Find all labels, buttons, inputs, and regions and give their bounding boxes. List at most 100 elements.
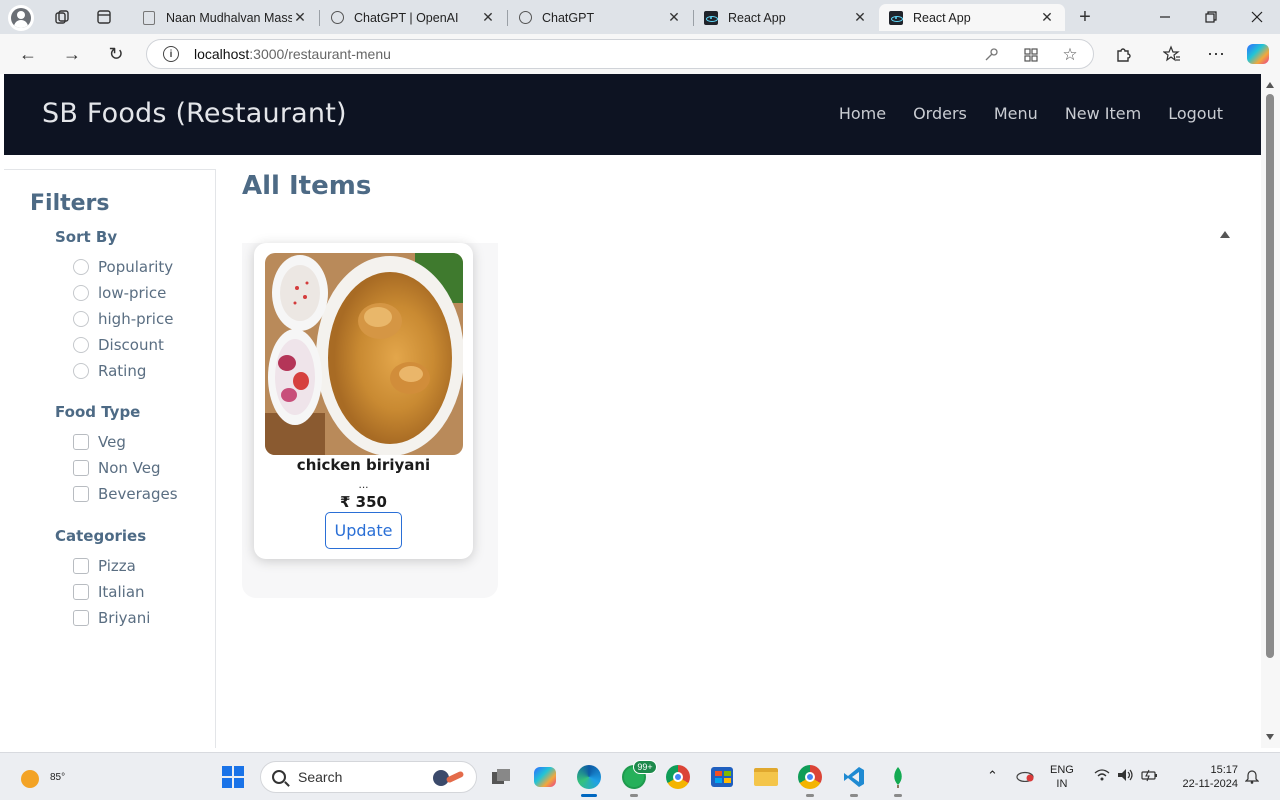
radio-button[interactable] (73, 337, 89, 353)
brand-title[interactable]: SB Foods (Restaurant) (42, 98, 347, 129)
notifications-bell-icon[interactable] (1244, 768, 1260, 787)
close-tab-icon[interactable]: ✕ (1039, 9, 1055, 26)
nav-home[interactable]: Home (839, 104, 886, 123)
close-tab-icon[interactable]: ✕ (480, 9, 496, 26)
app-available-icon[interactable] (1021, 45, 1041, 65)
tab-naan-mudhalvan[interactable]: Naan Mudhalvan Massi ✕ (132, 4, 318, 31)
checkbox[interactable] (73, 610, 89, 626)
browser-tab-strip: Naan Mudhalvan Massi ✕ ChatGPT | OpenAI … (0, 0, 1280, 34)
url-text[interactable]: localhost:3000/restaurant-menu (194, 46, 391, 62)
radio-button[interactable] (73, 311, 89, 327)
taskbar-search[interactable]: Search (260, 761, 477, 793)
address-bar[interactable]: i localhost:3000/restaurant-menu ☆ (146, 39, 1094, 69)
chrome-profile-icon[interactable] (796, 763, 824, 791)
nav-new-item[interactable]: New Item (1065, 104, 1141, 123)
edge-icon[interactable] (575, 763, 603, 791)
forward-arrow-icon[interactable]: → (59, 42, 85, 66)
tab-react-app-1[interactable]: React App ✕ (694, 4, 878, 31)
battery-icon[interactable] (1141, 768, 1159, 785)
update-button[interactable]: Update (325, 512, 402, 549)
more-menu-icon[interactable]: ⋯ (1203, 42, 1229, 66)
food-type-non-veg[interactable]: Non Veg (55, 455, 178, 481)
weather-sun-icon (21, 770, 39, 788)
sort-by-title: Sort By (55, 228, 118, 246)
copilot-icon[interactable] (1247, 44, 1269, 64)
scroll-up-arrow-icon[interactable] (1220, 231, 1230, 238)
chrome-icon[interactable] (664, 763, 692, 791)
tab-chatgpt[interactable]: ChatGPT ✕ (508, 4, 692, 31)
item-name: chicken biriyani (296, 456, 431, 474)
whatsapp-badge: 99+ (633, 760, 657, 774)
food-type-veg[interactable]: Veg (55, 429, 178, 455)
document-icon (142, 10, 156, 25)
scroll-down-icon[interactable] (1266, 734, 1274, 740)
react-icon (889, 10, 903, 25)
tab-actions-icon[interactable] (92, 6, 116, 28)
close-window-icon[interactable] (1242, 6, 1272, 28)
site-info-icon[interactable]: i (163, 46, 179, 62)
scroll-up-icon[interactable] (1266, 82, 1274, 88)
checkbox[interactable] (73, 584, 89, 600)
browser-toolbar: ← → ↻ i localhost:3000/restaurant-menu ☆… (0, 34, 1280, 74)
page-scrollbar[interactable] (1261, 74, 1280, 748)
nav-menu[interactable]: Menu (994, 104, 1038, 123)
item-description: ... (358, 477, 369, 491)
tab-react-app-active[interactable]: React App ✕ (879, 4, 1065, 31)
filters-sidebar: Filters Sort By Popularity low-price hig… (4, 169, 216, 748)
radio-button[interactable] (73, 363, 89, 379)
favorites-icon[interactable] (1159, 42, 1185, 66)
weather-widget[interactable]: 85° (18, 763, 65, 791)
app-header: SB Foods (Restaurant) Home Orders Menu N… (4, 74, 1261, 155)
radio-button[interactable] (73, 285, 89, 301)
sort-rating[interactable]: Rating (55, 358, 173, 384)
task-view-icon[interactable] (487, 763, 515, 791)
weather-temp: 85° (50, 772, 66, 783)
password-key-icon[interactable] (981, 45, 1001, 65)
copilot-taskbar-icon[interactable] (531, 763, 559, 791)
food-type-title: Food Type (55, 403, 141, 421)
volume-icon[interactable] (1117, 768, 1135, 785)
wifi-icon[interactable] (1094, 768, 1110, 785)
back-arrow-icon[interactable]: ← (15, 42, 41, 66)
sort-discount[interactable]: Discount (55, 332, 173, 358)
categories-title: Categories (55, 527, 147, 545)
vscode-icon[interactable] (840, 763, 868, 791)
mongodb-icon[interactable] (884, 763, 912, 791)
close-tab-icon[interactable]: ✕ (666, 9, 682, 26)
start-icon[interactable] (219, 763, 247, 791)
new-tab-icon[interactable]: + (1073, 6, 1097, 28)
category-pizza[interactable]: Pizza (55, 553, 150, 579)
favorite-star-icon[interactable]: ☆ (1060, 45, 1080, 65)
food-type-beverages[interactable]: Beverages (55, 481, 178, 507)
file-explorer-icon[interactable] (752, 763, 780, 791)
store-icon[interactable] (708, 763, 736, 791)
category-briyani[interactable]: Briyani (55, 605, 150, 631)
clock[interactable]: 15:17 22-11-2024 (1170, 763, 1238, 791)
checkbox[interactable] (73, 486, 89, 502)
sort-high-price[interactable]: high-price (55, 306, 173, 332)
restore-icon[interactable] (1196, 6, 1226, 28)
category-italian[interactable]: Italian (55, 579, 150, 605)
extensions-icon[interactable] (1111, 42, 1137, 66)
sort-low-price[interactable]: low-price (55, 280, 173, 306)
food-type-group: Food Type Veg Non Veg Beverages (55, 403, 178, 507)
close-tab-icon[interactable]: ✕ (852, 9, 868, 26)
nav-orders[interactable]: Orders (913, 104, 967, 123)
minimize-icon[interactable] (1150, 6, 1180, 28)
reload-icon[interactable]: ↻ (103, 42, 129, 66)
checkbox[interactable] (73, 558, 89, 574)
profile-button[interactable] (8, 5, 34, 31)
sort-popularity[interactable]: Popularity (55, 254, 173, 280)
checkbox[interactable] (73, 434, 89, 450)
tab-chatgpt-openai[interactable]: ChatGPT | OpenAI ✕ (320, 4, 506, 31)
checkbox[interactable] (73, 460, 89, 476)
workspaces-icon[interactable] (50, 6, 74, 28)
language-indicator[interactable]: ENG IN (1050, 763, 1074, 791)
show-hidden-icons[interactable]: ⌃ (987, 768, 998, 784)
onedrive-icon[interactable] (1016, 768, 1034, 785)
close-tab-icon[interactable]: ✕ (292, 9, 308, 26)
nav-logout[interactable]: Logout (1168, 104, 1223, 123)
radio-button[interactable] (73, 259, 89, 275)
item-price: ₹ 350 (340, 493, 387, 511)
scrollbar-thumb[interactable] (1266, 94, 1274, 658)
